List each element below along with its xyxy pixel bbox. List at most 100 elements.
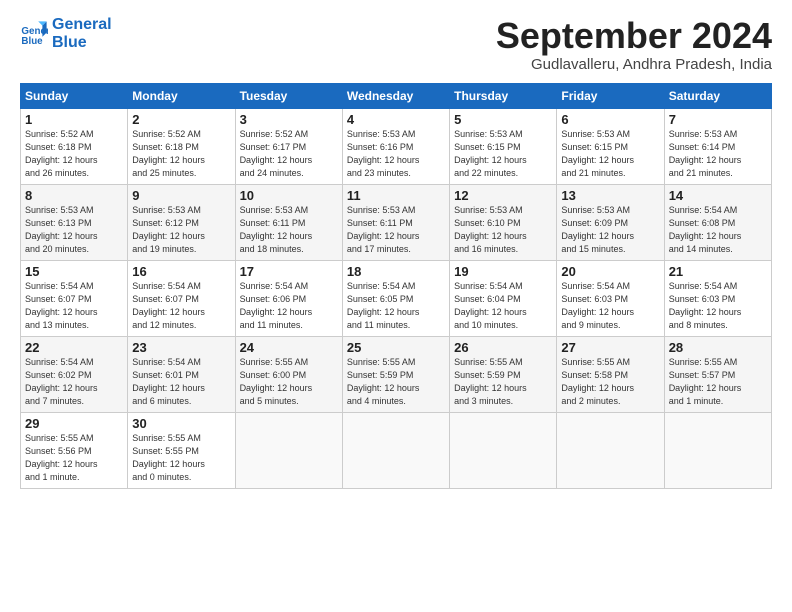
- calendar-cell: 19Sunrise: 5:54 AM Sunset: 6:04 PM Dayli…: [450, 260, 557, 336]
- svg-text:Blue: Blue: [21, 35, 43, 46]
- day-info: Sunrise: 5:53 AM Sunset: 6:15 PM Dayligh…: [454, 128, 552, 180]
- calendar-cell: 25Sunrise: 5:55 AM Sunset: 5:59 PM Dayli…: [342, 336, 449, 412]
- calendar-cell: 16Sunrise: 5:54 AM Sunset: 6:07 PM Dayli…: [128, 260, 235, 336]
- calendar-cell: 14Sunrise: 5:54 AM Sunset: 6:08 PM Dayli…: [664, 184, 771, 260]
- page: General Blue General Blue September 2024…: [0, 0, 792, 499]
- day-info: Sunrise: 5:55 AM Sunset: 5:59 PM Dayligh…: [347, 356, 445, 408]
- day-number: 19: [454, 264, 552, 279]
- calendar-cell: 2Sunrise: 5:52 AM Sunset: 6:18 PM Daylig…: [128, 108, 235, 184]
- logo-icon: General Blue: [20, 20, 48, 48]
- day-number: 26: [454, 340, 552, 355]
- day-number: 14: [669, 188, 767, 203]
- calendar-cell: [664, 412, 771, 488]
- day-number: 1: [25, 112, 123, 127]
- calendar-cell: 22Sunrise: 5:54 AM Sunset: 6:02 PM Dayli…: [21, 336, 128, 412]
- location: Gudlavalleru, Andhra Pradesh, India: [496, 56, 772, 73]
- day-number: 23: [132, 340, 230, 355]
- day-number: 27: [561, 340, 659, 355]
- day-info: Sunrise: 5:54 AM Sunset: 6:03 PM Dayligh…: [669, 280, 767, 332]
- day-number: 11: [347, 188, 445, 203]
- day-number: 9: [132, 188, 230, 203]
- day-info: Sunrise: 5:55 AM Sunset: 5:59 PM Dayligh…: [454, 356, 552, 408]
- month-title: September 2024: [496, 16, 772, 56]
- calendar-cell: 13Sunrise: 5:53 AM Sunset: 6:09 PM Dayli…: [557, 184, 664, 260]
- day-info: Sunrise: 5:54 AM Sunset: 6:02 PM Dayligh…: [25, 356, 123, 408]
- day-number: 5: [454, 112, 552, 127]
- header: General Blue General Blue September 2024…: [20, 16, 772, 73]
- day-info: Sunrise: 5:54 AM Sunset: 6:04 PM Dayligh…: [454, 280, 552, 332]
- day-number: 20: [561, 264, 659, 279]
- day-info: Sunrise: 5:54 AM Sunset: 6:03 PM Dayligh…: [561, 280, 659, 332]
- day-number: 18: [347, 264, 445, 279]
- calendar-cell: 8Sunrise: 5:53 AM Sunset: 6:13 PM Daylig…: [21, 184, 128, 260]
- day-number: 12: [454, 188, 552, 203]
- day-info: Sunrise: 5:55 AM Sunset: 5:56 PM Dayligh…: [25, 432, 123, 484]
- day-number: 25: [347, 340, 445, 355]
- calendar-cell: 12Sunrise: 5:53 AM Sunset: 6:10 PM Dayli…: [450, 184, 557, 260]
- calendar-cell: 28Sunrise: 5:55 AM Sunset: 5:57 PM Dayli…: [664, 336, 771, 412]
- day-number: 4: [347, 112, 445, 127]
- calendar-cell: 7Sunrise: 5:53 AM Sunset: 6:14 PM Daylig…: [664, 108, 771, 184]
- calendar-cell: [450, 412, 557, 488]
- calendar-cell: 1Sunrise: 5:52 AM Sunset: 6:18 PM Daylig…: [21, 108, 128, 184]
- day-number: 24: [240, 340, 338, 355]
- calendar-cell: 6Sunrise: 5:53 AM Sunset: 6:15 PM Daylig…: [557, 108, 664, 184]
- day-number: 15: [25, 264, 123, 279]
- logo: General Blue General Blue: [20, 16, 112, 51]
- day-number: 13: [561, 188, 659, 203]
- day-info: Sunrise: 5:52 AM Sunset: 6:18 PM Dayligh…: [25, 128, 123, 180]
- calendar-table: SundayMondayTuesdayWednesdayThursdayFrid…: [20, 83, 772, 489]
- day-info: Sunrise: 5:54 AM Sunset: 6:07 PM Dayligh…: [132, 280, 230, 332]
- day-info: Sunrise: 5:54 AM Sunset: 6:07 PM Dayligh…: [25, 280, 123, 332]
- calendar-cell: 23Sunrise: 5:54 AM Sunset: 6:01 PM Dayli…: [128, 336, 235, 412]
- day-info: Sunrise: 5:53 AM Sunset: 6:11 PM Dayligh…: [347, 204, 445, 256]
- calendar-cell: 10Sunrise: 5:53 AM Sunset: 6:11 PM Dayli…: [235, 184, 342, 260]
- calendar-cell: 17Sunrise: 5:54 AM Sunset: 6:06 PM Dayli…: [235, 260, 342, 336]
- calendar-cell: 15Sunrise: 5:54 AM Sunset: 6:07 PM Dayli…: [21, 260, 128, 336]
- logo-general: General: [52, 16, 112, 34]
- calendar-cell: 29Sunrise: 5:55 AM Sunset: 5:56 PM Dayli…: [21, 412, 128, 488]
- calendar-cell: 11Sunrise: 5:53 AM Sunset: 6:11 PM Dayli…: [342, 184, 449, 260]
- day-info: Sunrise: 5:54 AM Sunset: 6:08 PM Dayligh…: [669, 204, 767, 256]
- day-number: 6: [561, 112, 659, 127]
- calendar-cell: 26Sunrise: 5:55 AM Sunset: 5:59 PM Dayli…: [450, 336, 557, 412]
- calendar-cell: 27Sunrise: 5:55 AM Sunset: 5:58 PM Dayli…: [557, 336, 664, 412]
- day-info: Sunrise: 5:53 AM Sunset: 6:11 PM Dayligh…: [240, 204, 338, 256]
- calendar-cell: 4Sunrise: 5:53 AM Sunset: 6:16 PM Daylig…: [342, 108, 449, 184]
- day-number: 29: [25, 416, 123, 431]
- day-info: Sunrise: 5:55 AM Sunset: 5:57 PM Dayligh…: [669, 356, 767, 408]
- weekday-header: Thursday: [450, 83, 557, 108]
- weekday-header: Sunday: [21, 83, 128, 108]
- day-info: Sunrise: 5:53 AM Sunset: 6:09 PM Dayligh…: [561, 204, 659, 256]
- day-info: Sunrise: 5:55 AM Sunset: 6:00 PM Dayligh…: [240, 356, 338, 408]
- day-number: 3: [240, 112, 338, 127]
- day-info: Sunrise: 5:54 AM Sunset: 6:01 PM Dayligh…: [132, 356, 230, 408]
- day-info: Sunrise: 5:55 AM Sunset: 5:58 PM Dayligh…: [561, 356, 659, 408]
- weekday-header: Saturday: [664, 83, 771, 108]
- weekday-header: Monday: [128, 83, 235, 108]
- calendar-cell: 5Sunrise: 5:53 AM Sunset: 6:15 PM Daylig…: [450, 108, 557, 184]
- calendar-cell: [557, 412, 664, 488]
- day-number: 16: [132, 264, 230, 279]
- weekday-header: Tuesday: [235, 83, 342, 108]
- weekday-header: Wednesday: [342, 83, 449, 108]
- weekday-header: Friday: [557, 83, 664, 108]
- calendar-cell: 30Sunrise: 5:55 AM Sunset: 5:55 PM Dayli…: [128, 412, 235, 488]
- day-info: Sunrise: 5:53 AM Sunset: 6:14 PM Dayligh…: [669, 128, 767, 180]
- day-info: Sunrise: 5:52 AM Sunset: 6:17 PM Dayligh…: [240, 128, 338, 180]
- calendar-cell: 24Sunrise: 5:55 AM Sunset: 6:00 PM Dayli…: [235, 336, 342, 412]
- day-info: Sunrise: 5:53 AM Sunset: 6:13 PM Dayligh…: [25, 204, 123, 256]
- day-info: Sunrise: 5:53 AM Sunset: 6:10 PM Dayligh…: [454, 204, 552, 256]
- calendar-cell: [342, 412, 449, 488]
- day-info: Sunrise: 5:53 AM Sunset: 6:12 PM Dayligh…: [132, 204, 230, 256]
- calendar-cell: 18Sunrise: 5:54 AM Sunset: 6:05 PM Dayli…: [342, 260, 449, 336]
- day-number: 8: [25, 188, 123, 203]
- day-number: 30: [132, 416, 230, 431]
- calendar-cell: [235, 412, 342, 488]
- calendar-cell: 3Sunrise: 5:52 AM Sunset: 6:17 PM Daylig…: [235, 108, 342, 184]
- day-number: 22: [25, 340, 123, 355]
- day-info: Sunrise: 5:54 AM Sunset: 6:06 PM Dayligh…: [240, 280, 338, 332]
- day-number: 7: [669, 112, 767, 127]
- day-number: 2: [132, 112, 230, 127]
- calendar-cell: 21Sunrise: 5:54 AM Sunset: 6:03 PM Dayli…: [664, 260, 771, 336]
